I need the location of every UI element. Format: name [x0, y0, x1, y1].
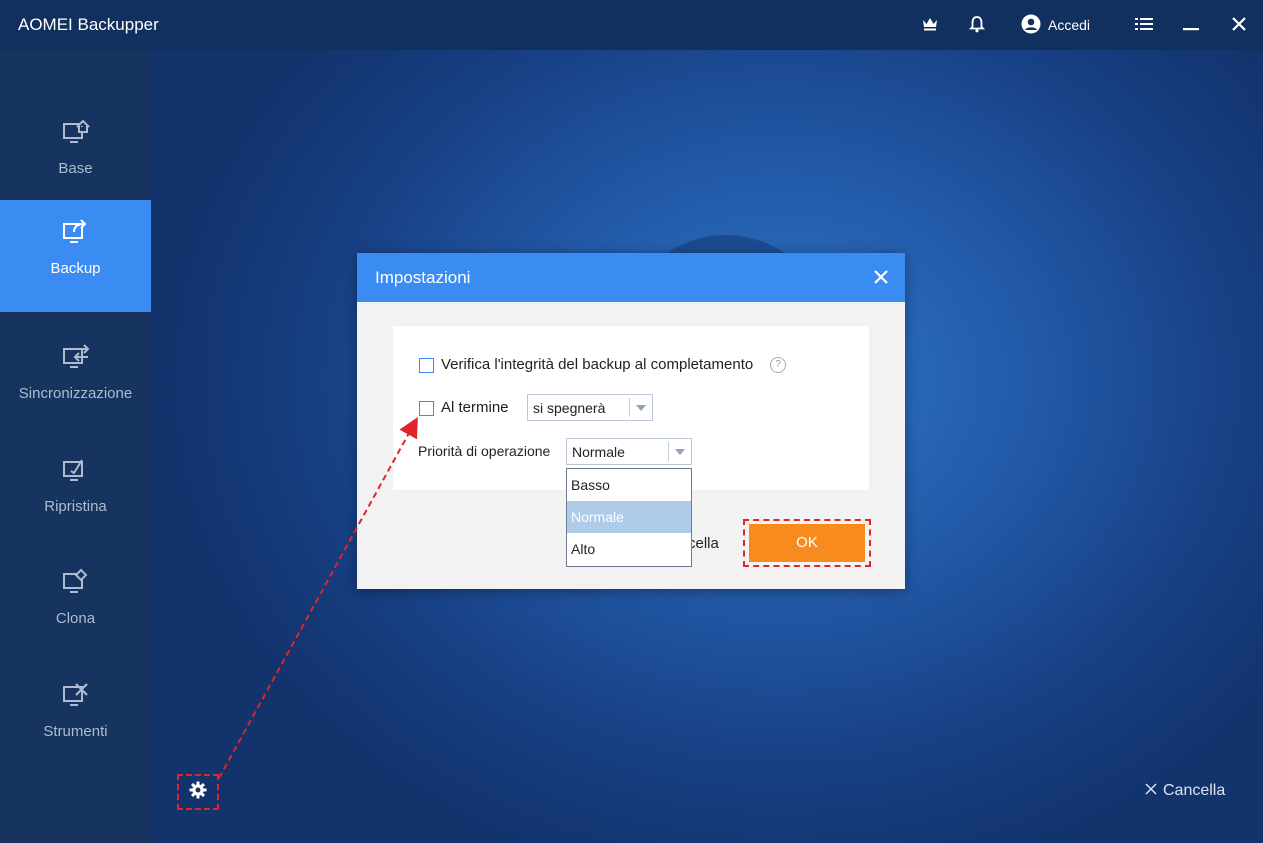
verify-checkbox[interactable] [419, 358, 434, 373]
priority-option-normale[interactable]: Normale [567, 501, 691, 533]
crown-icon[interactable] [919, 13, 941, 35]
bell-icon[interactable] [966, 13, 988, 35]
chevron-down-icon [668, 442, 691, 461]
minimize-icon[interactable] [1180, 13, 1202, 35]
sidebar-item-label: Sincronizzazione [18, 385, 133, 402]
sidebar: Base Backup Sincronizzazione Ripristina … [0, 50, 151, 843]
menu-icon[interactable] [1133, 13, 1155, 35]
close-icon[interactable] [1228, 13, 1250, 35]
gear-icon [189, 781, 207, 804]
on-complete-value: si spegnerà [533, 400, 606, 416]
sidebar-item-clone[interactable]: Clona [0, 550, 151, 662]
backup-monitor-icon [62, 218, 90, 246]
priority-option-basso[interactable]: Basso [567, 469, 691, 501]
sidebar-item-sync[interactable]: Sincronizzazione [0, 325, 151, 437]
sidebar-item-tools[interactable]: Strumenti [0, 663, 151, 775]
priority-label: Priorità di operazione [418, 443, 551, 459]
user-icon[interactable] [1020, 13, 1042, 35]
ok-annotation: OK [743, 519, 871, 567]
help-icon[interactable]: ? [770, 357, 786, 373]
priority-dropdown-list: Basso Normale Alto [566, 468, 692, 567]
settings-panel: Verifica l'integrità del backup al compl… [393, 326, 869, 490]
app-title: AOMEI Backupper [18, 15, 159, 34]
priority-value: Normale [572, 444, 625, 460]
sidebar-item-restore[interactable]: Ripristina [0, 438, 151, 550]
on-complete-select[interactable]: si spegnerà [527, 394, 653, 421]
dialog-title: Impostazioni [375, 268, 471, 287]
sync-monitor-icon [62, 343, 90, 371]
verify-label: Verifica l'integrità del backup al compl… [441, 356, 754, 373]
chevron-down-icon [629, 398, 652, 417]
sidebar-item-base[interactable]: Base [0, 100, 151, 212]
sidebar-item-label: Strumenti [43, 723, 108, 740]
on-complete-label: Al termine [441, 399, 509, 416]
title-bar: AOMEI Backupper Accedi [0, 0, 1263, 50]
login-label[interactable]: Accedi [1048, 17, 1090, 33]
close-icon [1145, 782, 1157, 800]
priority-option-alto[interactable]: Alto [567, 533, 691, 565]
on-complete-checkbox[interactable] [419, 401, 434, 416]
ok-button[interactable]: OK [749, 524, 865, 562]
dialog-close-icon[interactable] [871, 267, 891, 287]
sidebar-item-backup[interactable]: Backup [0, 200, 151, 312]
priority-select[interactable]: Normale [566, 438, 692, 465]
sidebar-item-label: Base [58, 160, 93, 177]
sidebar-item-label: Backup [50, 260, 101, 277]
home-monitor-icon [62, 118, 90, 146]
dialog-cancel-button[interactable]: cella [688, 535, 719, 552]
sidebar-item-label: Ripristina [44, 498, 107, 515]
main-cancel-label: Cancella [1163, 782, 1226, 799]
dialog-header: Impostazioni [357, 253, 905, 302]
restore-monitor-icon [62, 456, 90, 484]
clone-monitor-icon [62, 568, 90, 596]
main-cancel-button[interactable]: Cancella [1145, 782, 1225, 800]
settings-button[interactable] [177, 774, 219, 810]
sidebar-item-label: Clona [55, 610, 96, 627]
tools-monitor-icon [62, 681, 90, 709]
